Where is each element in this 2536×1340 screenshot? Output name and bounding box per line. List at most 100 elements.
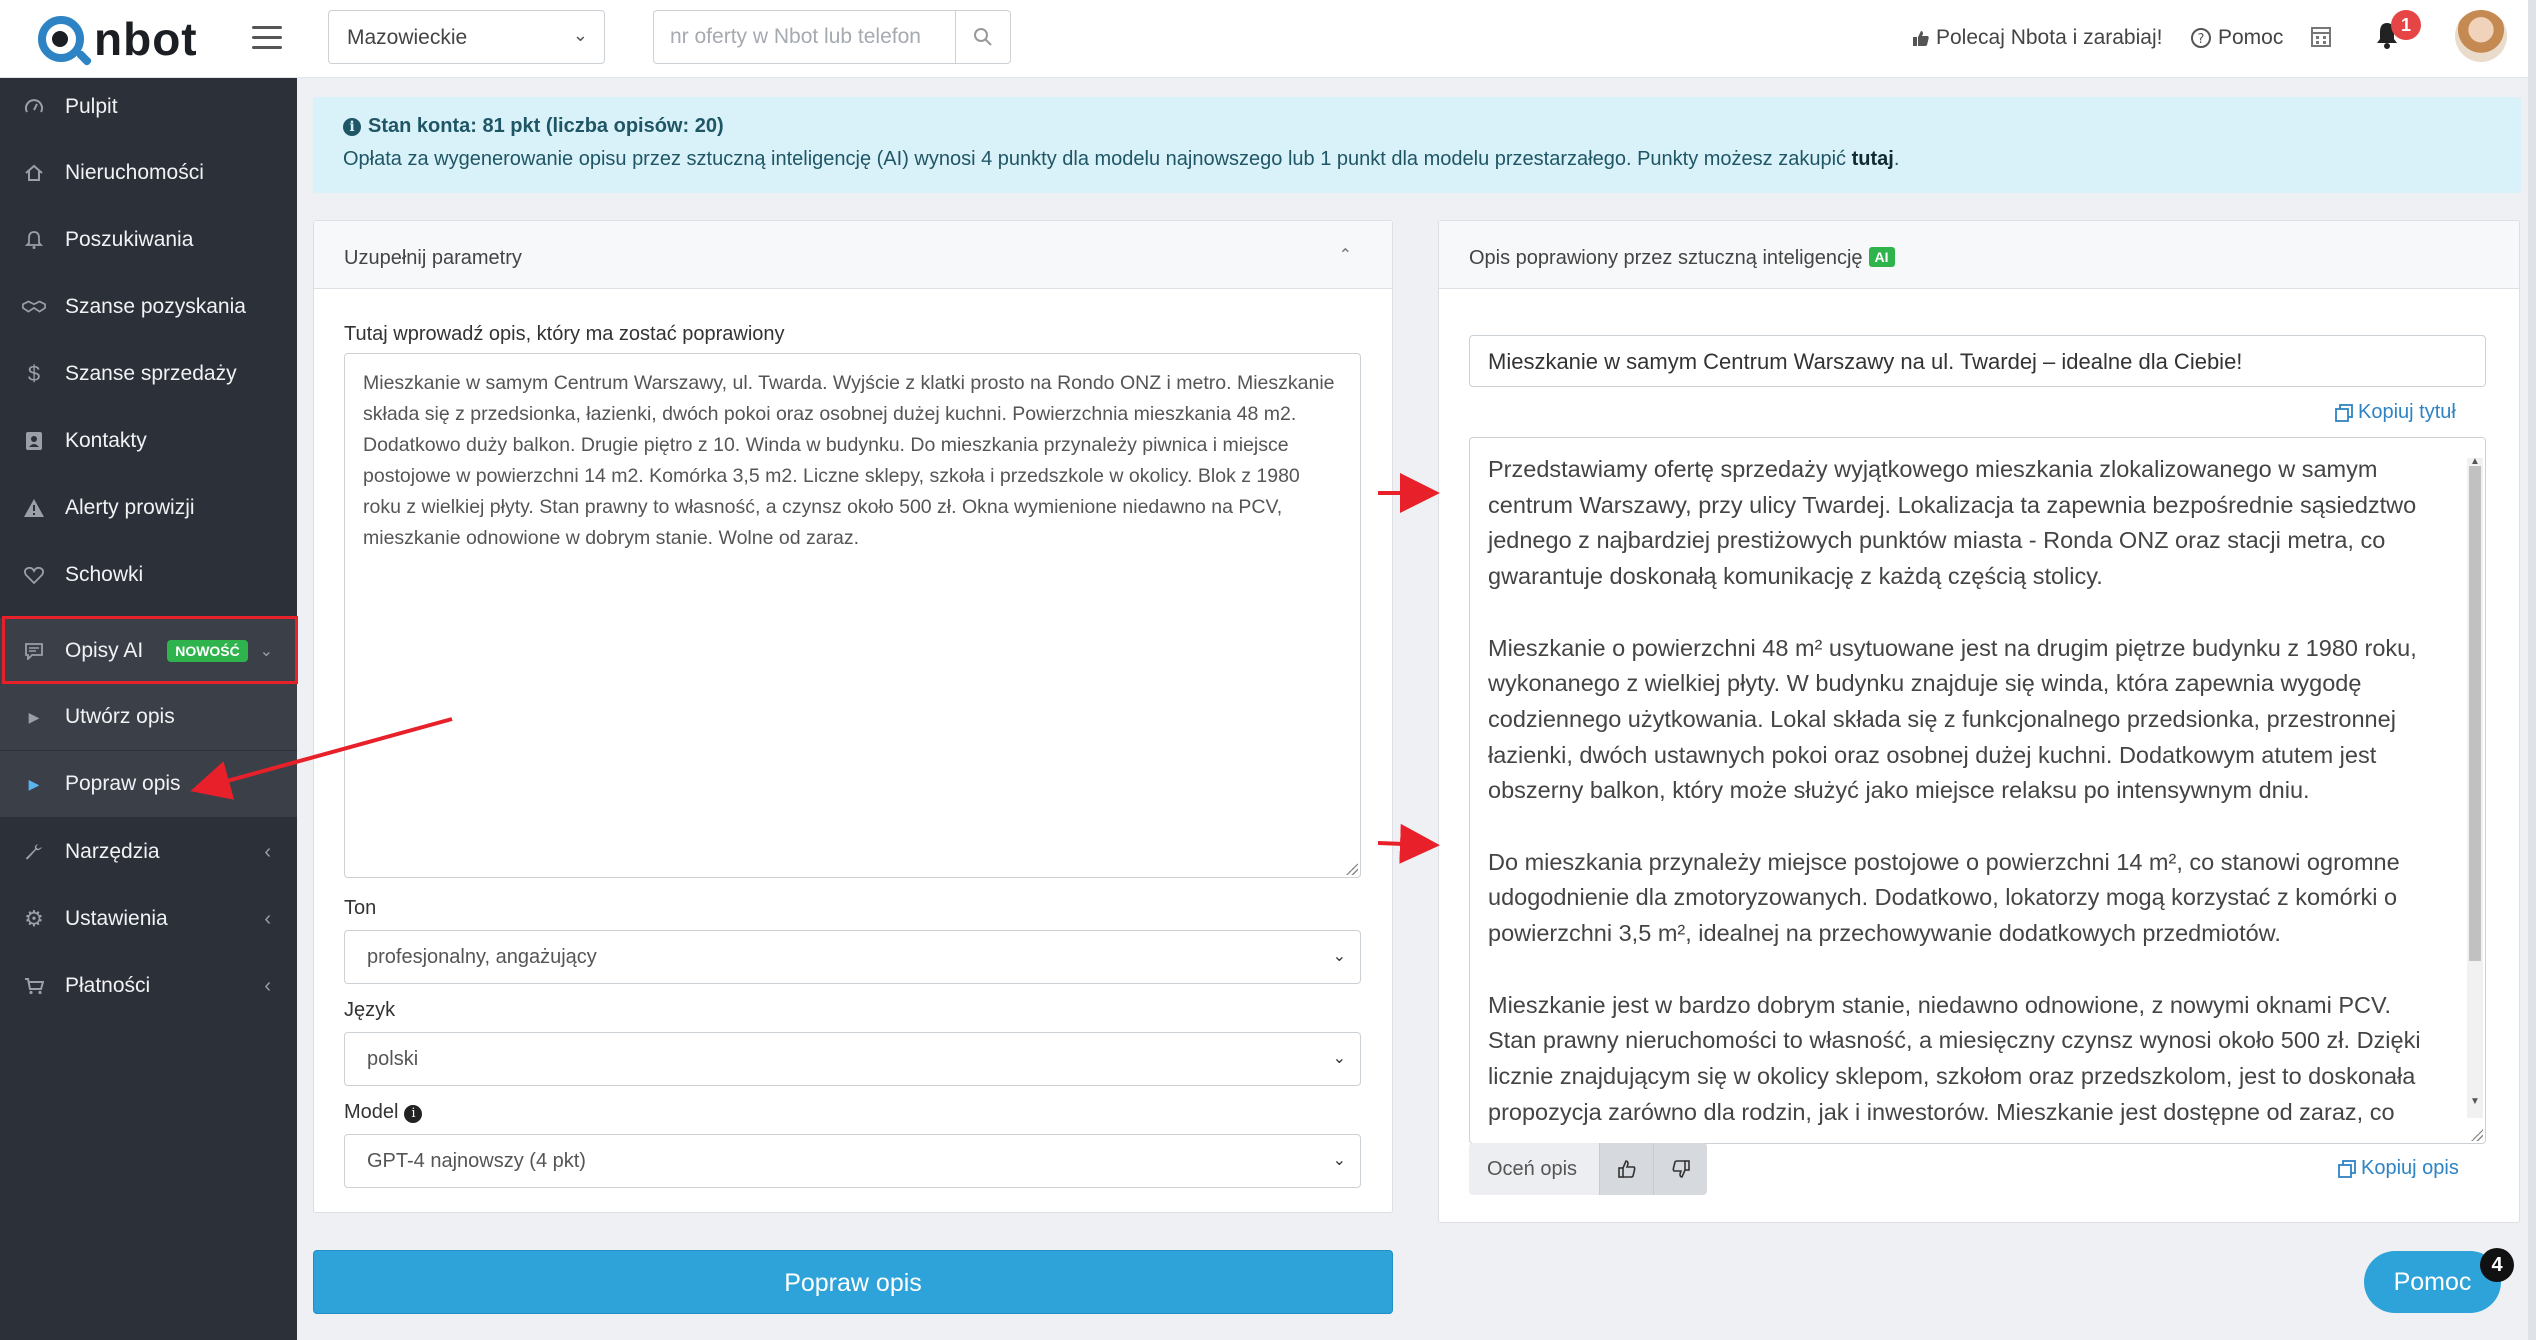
sidebar-item-poszukiwania[interactable]: Poszukiwania (0, 207, 297, 273)
language-label: Język (344, 999, 396, 1021)
sidebar: Pulpit Nieruchomości Poszukiwania Szanse… (0, 78, 297, 1340)
search-input[interactable] (653, 10, 955, 64)
improve-description-button[interactable]: Popraw opis (313, 1250, 1393, 1314)
banner-title-row: i Stan konta: 81 pkt (liczba opisów: 20) (343, 115, 2521, 138)
top-bar: nbot Mazowieckie ⌄ Polecaj Nbota i zarab… (0, 0, 2536, 78)
thumbs-down-button[interactable] (1653, 1143, 1707, 1195)
ai-badge: AI (1868, 247, 1895, 267)
calendar-icon[interactable] (2310, 24, 2332, 48)
rate-label: Oceń opis (1469, 1143, 1599, 1195)
copy-title-label: Kopiuj tytuł (2358, 401, 2456, 423)
buy-points-link[interactable]: tutaj (1852, 148, 1894, 170)
copy-icon (2338, 1159, 2356, 1178)
original-description-text: Mieszkanie w samym Centrum Warszawy, ul.… (363, 372, 1335, 549)
sidebar-item-alerty-prowizji[interactable]: Alerty prowizji (0, 475, 297, 541)
search-icon (974, 28, 992, 46)
sidebar-item-label: Narzędzia (65, 840, 160, 863)
copy-description-link[interactable]: Kopiuj opis (2338, 1157, 2459, 1180)
logo-magnifier-icon (38, 16, 84, 62)
tone-label: Ton (344, 897, 377, 919)
sidebar-item-szanse-sprzedazy[interactable]: $ Szanse sprzedaży (0, 341, 297, 407)
user-avatar[interactable] (2455, 10, 2507, 62)
refer-label: Polecaj Nbota i zarabiaj! (1936, 26, 2163, 49)
search-button[interactable] (955, 10, 1011, 64)
input-description-label: Tutaj wprowadź opis, który ma zostać pop… (344, 323, 785, 345)
bell-icon (22, 230, 46, 250)
resize-handle[interactable] (1346, 863, 1358, 875)
description-paragraph: Do mieszkania przynależy miejsce postojo… (1488, 848, 2400, 947)
sidebar-item-label: Ustawienia (65, 907, 168, 930)
thumbs-up-button[interactable] (1599, 1143, 1653, 1195)
sidebar-item-platnosci[interactable]: Płatności ‹ (0, 953, 297, 1019)
dollar-icon: $ (27, 361, 41, 386)
tone-select-value: profesjonalny, angażujący (367, 946, 597, 968)
info-icon: i (343, 117, 361, 136)
sidebar-item-label: Poszukiwania (65, 228, 194, 251)
chevron-down-icon: ⌄ (1332, 1152, 1346, 1169)
resize-handle[interactable] (2471, 1129, 2483, 1141)
warning-icon (22, 498, 46, 518)
sidebar-item-szanse-pozyskania[interactable]: Szanse pozyskania (0, 274, 297, 340)
svg-text:?: ? (2198, 32, 2205, 47)
home-icon (22, 163, 46, 183)
copy-description-label: Kopiuj opis (2361, 1157, 2459, 1179)
sidebar-item-label: Alerty prowizji (65, 496, 195, 519)
chevron-up-icon[interactable]: ⌃ (1339, 245, 1352, 265)
heart-icon (22, 566, 46, 584)
help-fab-count-badge: 4 (2480, 1248, 2514, 1282)
sidebar-item-label: Szanse pozyskania (65, 295, 246, 318)
region-select[interactable]: Mazowieckie ⌄ (328, 10, 605, 64)
thumbs-up-icon (1913, 31, 1929, 46)
sidebar-item-label: Szanse sprzedaży (65, 362, 237, 385)
sidebar-item-pulpit[interactable]: Pulpit (0, 74, 297, 140)
help-link[interactable]: ? Pomoc (2190, 26, 2283, 50)
description-paragraph: Przedstawiamy ofertę sprzedaży wyjątkowe… (1488, 456, 2417, 590)
model-select[interactable]: GPT-4 najnowszy (4 pkt) ⌄ (344, 1134, 1361, 1188)
chevron-down-icon: ⌄ (1332, 948, 1346, 965)
logo-text: nbot (94, 13, 198, 65)
refer-link[interactable]: Polecaj Nbota i zarabiaj! (1912, 26, 2162, 50)
menu-toggle-icon[interactable] (252, 26, 282, 50)
sidebar-item-utworz-opis[interactable]: ▶ Utwórz opis (0, 684, 297, 750)
chevron-down-icon: ⌄ (1332, 1050, 1346, 1067)
panel-title: Opis poprawiony przez sztuczną inteligen… (1469, 247, 1863, 269)
info-icon[interactable]: i (404, 1105, 423, 1123)
logo[interactable]: nbot (38, 12, 198, 66)
sidebar-item-popraw-opis[interactable]: ▶ Popraw opis (0, 751, 297, 817)
sidebar-item-narzedzia[interactable]: Narzędzia ‹ (0, 819, 297, 885)
notification-count-badge: 1 (2391, 10, 2421, 40)
language-select[interactable]: polski ⌄ (344, 1032, 1361, 1086)
chevron-left-icon: ‹ (264, 974, 271, 997)
scrollbar-thumb[interactable] (2469, 466, 2481, 961)
original-description-textarea[interactable]: Mieszkanie w samym Centrum Warszawy, ul.… (344, 353, 1361, 878)
sidebar-item-nieruchomosci[interactable]: Nieruchomości (0, 140, 297, 206)
sidebar-item-schowki[interactable]: Schowki (0, 542, 297, 608)
chevron-left-icon: ‹ (264, 840, 271, 863)
model-label-row: Model i (344, 1101, 423, 1124)
wrench-icon (22, 842, 46, 862)
sidebar-item-label: Popraw opis (65, 772, 181, 795)
copy-title-link[interactable]: Kopiuj tytuł (2335, 401, 2456, 424)
page-scrollbar[interactable] (2528, 0, 2536, 1340)
tone-select[interactable]: profesjonalny, angażujący ⌄ (344, 930, 1361, 984)
model-select-value: GPT-4 najnowszy (4 pkt) (367, 1150, 586, 1172)
sidebar-item-label: Utwórz opis (65, 705, 175, 728)
handshake-icon (22, 298, 46, 316)
caret-right-icon: ▶ (28, 775, 40, 792)
contact-icon (22, 431, 46, 451)
question-circle-icon: ? (2191, 28, 2211, 48)
sidebar-item-kontakty[interactable]: Kontakty (0, 408, 297, 474)
generated-title-text: Mieszkanie w samym Centrum Warszawy na u… (1488, 349, 2243, 374)
description-scrollbar[interactable]: ▲ ▼ (2467, 456, 2483, 1120)
banner-title: Stan konta: 81 pkt (liczba opisów: 20) (368, 115, 724, 137)
sidebar-item-ustawienia[interactable]: ⚙ Ustawienia ‹ (0, 886, 297, 952)
help-label: Pomoc (2218, 26, 2284, 49)
scroll-down-icon[interactable]: ▼ (2470, 1084, 2480, 1120)
panel-header: Opis poprawiony przez sztuczną inteligen… (1439, 221, 2519, 289)
model-label: Model (344, 1101, 399, 1123)
generated-description-box[interactable]: Przedstawiamy ofertę sprzedaży wyjątkowe… (1469, 437, 2486, 1144)
generated-title-field[interactable]: Mieszkanie w samym Centrum Warszawy na u… (1469, 335, 2486, 387)
banner-text-end: . (1893, 148, 1900, 170)
sidebar-item-label: Schowki (65, 563, 144, 586)
ai-result-panel: Opis poprawiony przez sztuczną inteligen… (1438, 220, 2520, 1223)
